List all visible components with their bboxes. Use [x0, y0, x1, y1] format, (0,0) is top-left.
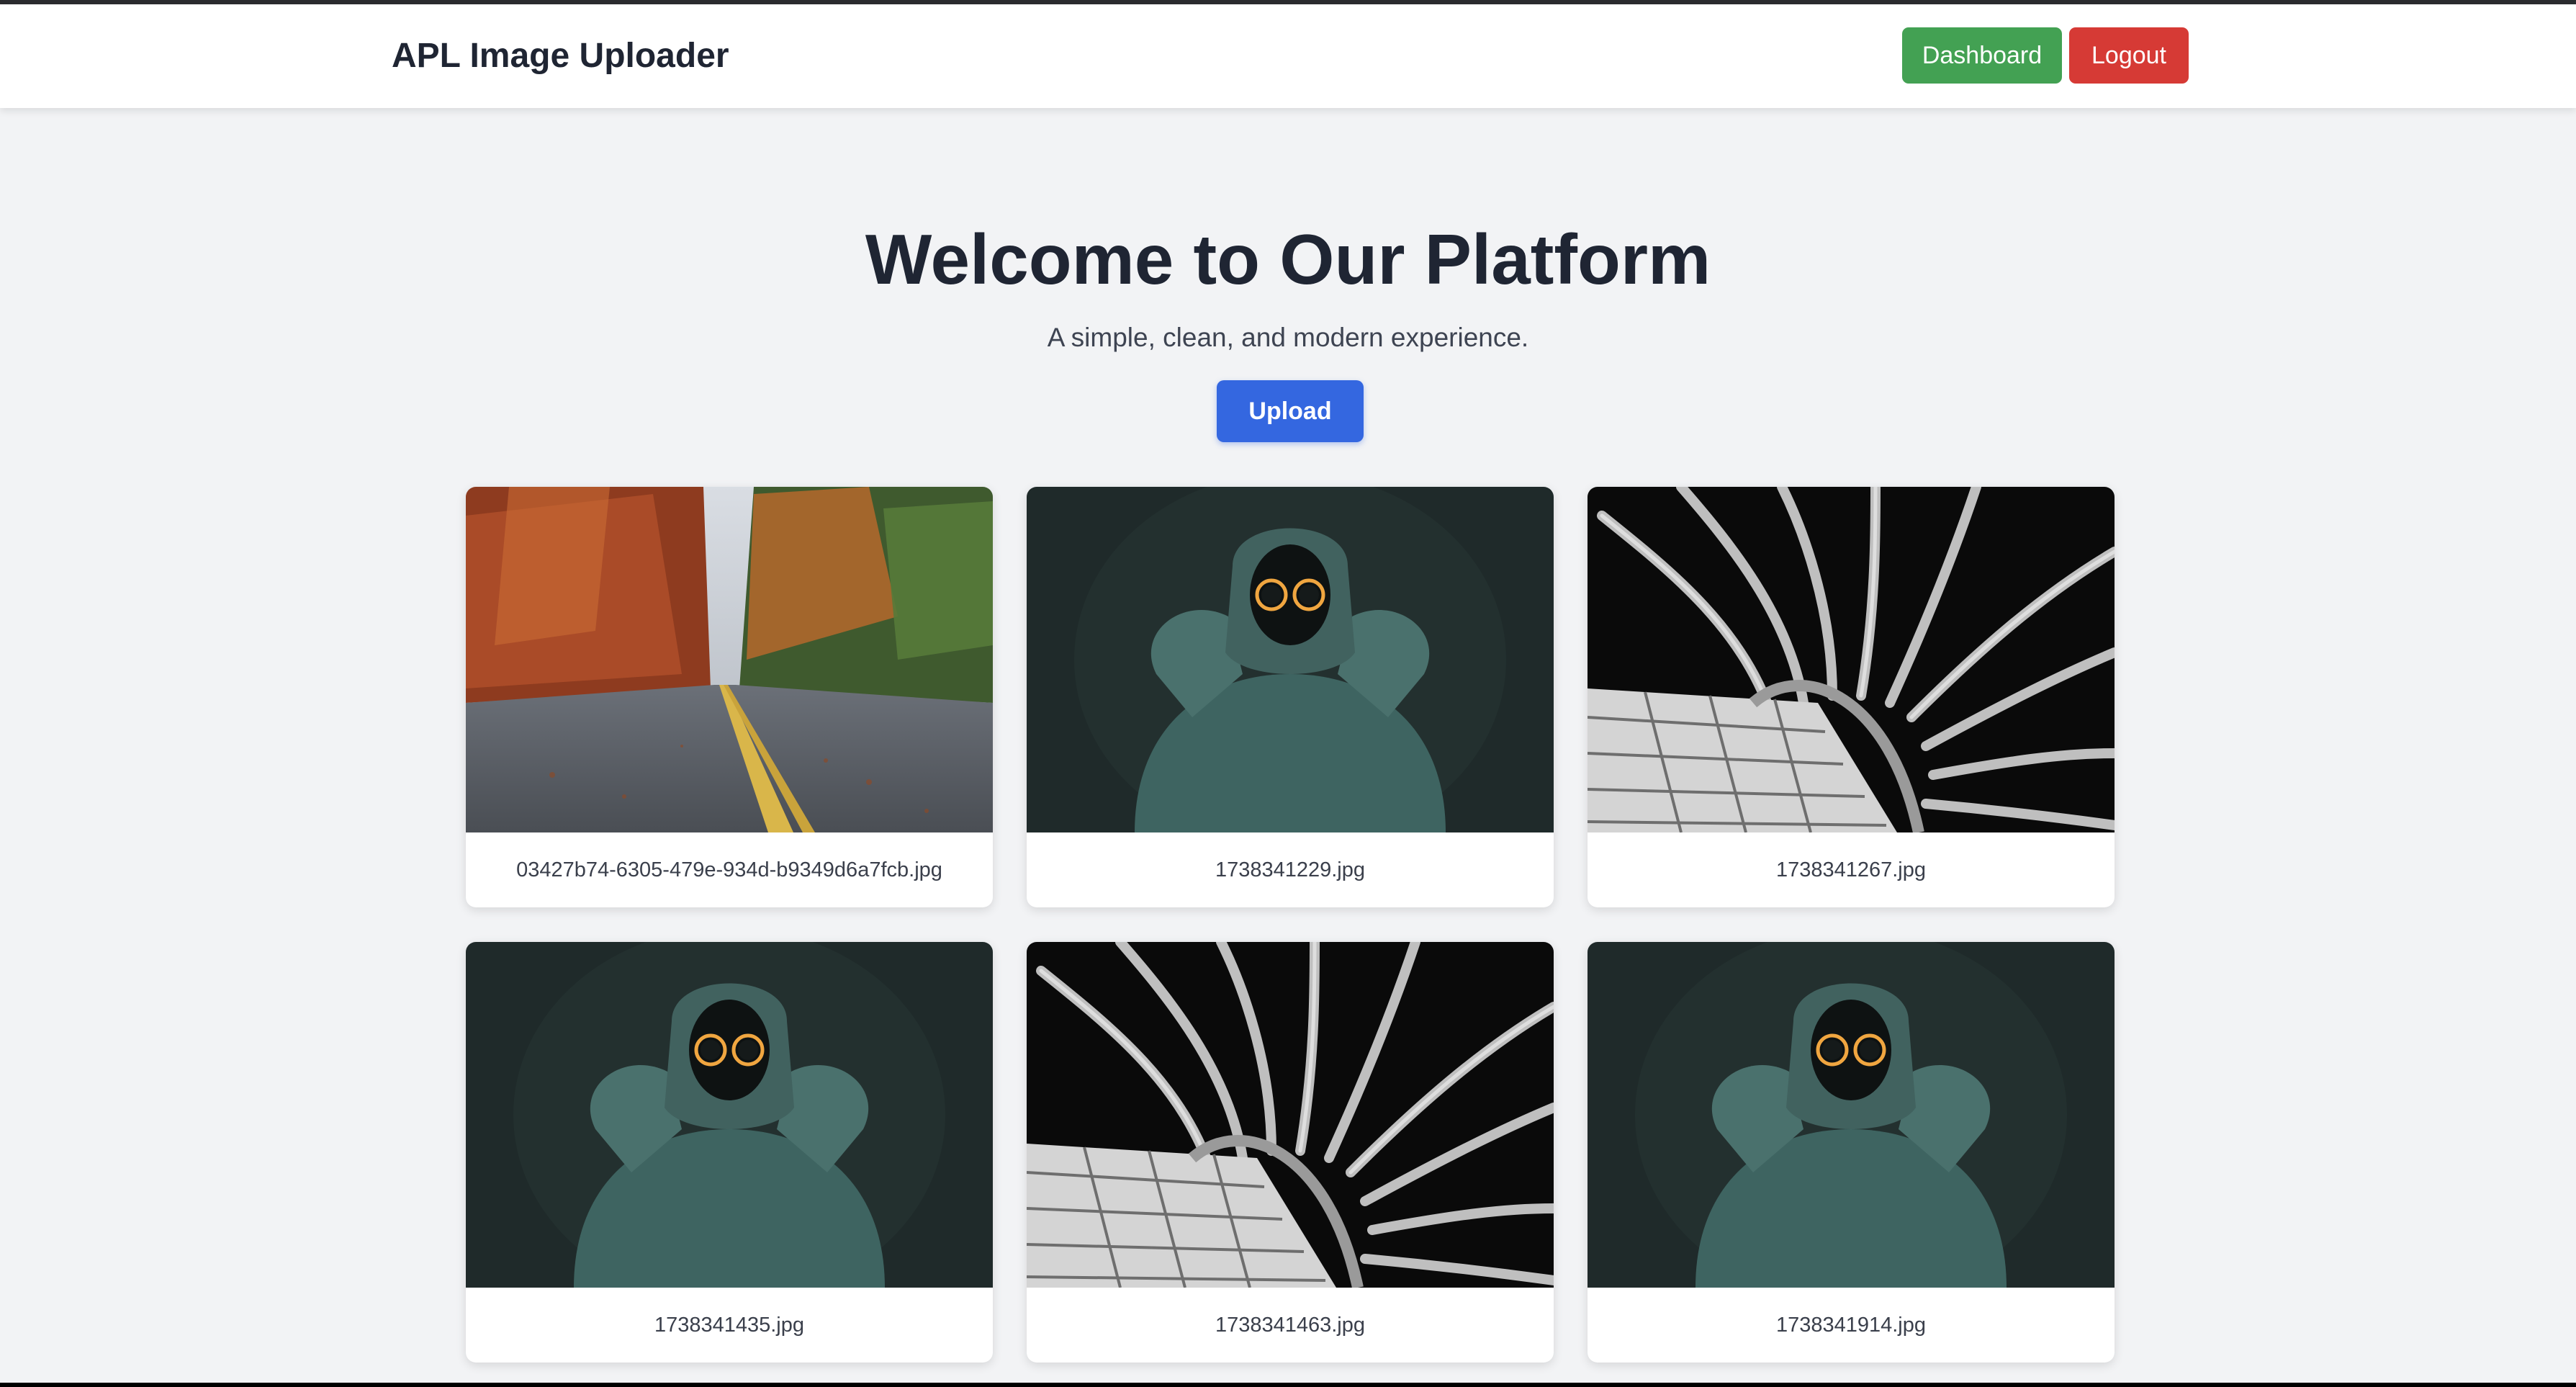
hooded-figure-photo[interactable]	[466, 942, 993, 1288]
gallery-card[interactable]: 1738341435.jpg	[466, 942, 993, 1363]
top-navbar: APL Image Uploader Dashboard Logout	[0, 4, 2576, 108]
gallery-card[interactable]: 03427b74-6305-479e-934d-b9349d6a7fcb.jpg	[466, 487, 993, 907]
image-filename: 1738341463.jpg	[1215, 1313, 1366, 1337]
gallery-card[interactable]: 1738341463.jpg	[1027, 942, 1554, 1363]
metal-tubes-photo[interactable]	[1027, 942, 1554, 1288]
gallery-card[interactable]: 1738341914.jpg	[1588, 942, 2115, 1363]
metal-tubes-photo[interactable]	[1588, 487, 2115, 832]
upload-button[interactable]: Upload	[1217, 380, 1364, 442]
gallery-card[interactable]: 1738341267.jpg	[1588, 487, 2115, 907]
hero-subtitle: A simple, clean, and modern experience.	[1047, 323, 1529, 352]
autumn-road-photo[interactable]	[466, 487, 993, 832]
image-filename: 1738341267.jpg	[1775, 858, 1927, 881]
brand-title[interactable]: APL Image Uploader	[392, 36, 729, 76]
browser-viewport: APL Image Uploader Dashboard Logout Welc…	[0, 0, 2576, 1383]
hero-title: Welcome to Our Platform	[865, 220, 1711, 299]
hooded-figure-photo[interactable]	[1588, 942, 2115, 1288]
gallery-card[interactable]: 1738341229.jpg	[1027, 487, 1554, 907]
image-filename: 1738341435.jpg	[654, 1313, 805, 1337]
logout-button[interactable]: Logout	[2069, 27, 2189, 84]
dashboard-button[interactable]: Dashboard	[1902, 27, 2062, 84]
image-filename: 1738341229.jpg	[1215, 858, 1366, 881]
image-filename: 03427b74-6305-479e-934d-b9349d6a7fcb.jpg	[516, 858, 942, 881]
image-filename: 1738341914.jpg	[1775, 1313, 1927, 1337]
hooded-figure-photo[interactable]	[1027, 487, 1554, 832]
